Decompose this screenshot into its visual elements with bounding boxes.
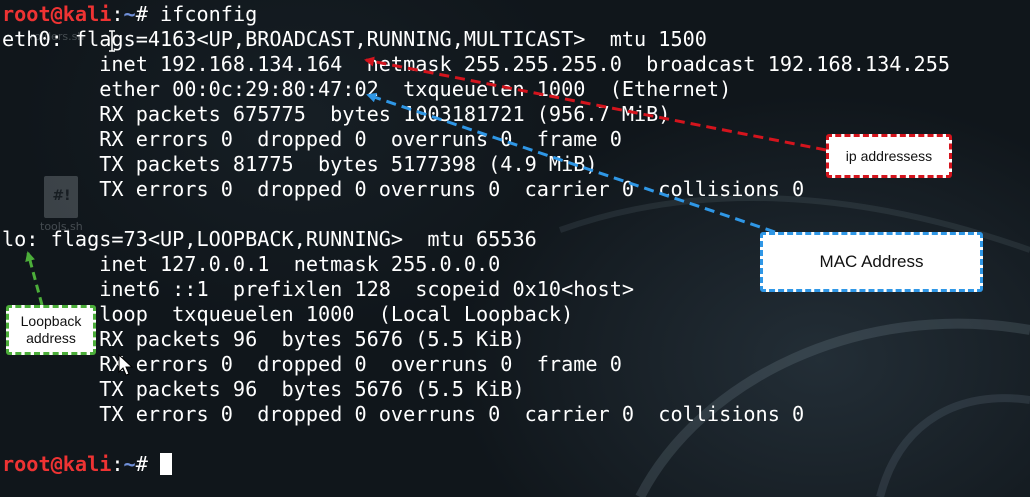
mac-address-callout: MAC Address — [760, 232, 983, 292]
output-line: inet6 ::1 prefixlen 128 scopeid 0x10<hos… — [2, 277, 635, 301]
output-line: ether 00:0c:29:80:47:02 txqueuelen 1000 … — [2, 77, 732, 101]
ibeam-cursor-icon — [109, 30, 115, 52]
prompt-user: root@kali — [2, 452, 112, 476]
loopback-callout-line1: Loopback — [20, 313, 82, 329]
output-line: lo: flags=73<UP,LOOPBACK,RUNNING> mtu 65… — [2, 227, 537, 251]
loopback-callout-line2: address — [26, 330, 76, 346]
output-line: inet 192.168.134.164 netmask 255.255.255… — [2, 52, 951, 76]
command-text: ifconfig — [160, 2, 258, 26]
loopback-address-callout: Loopback address — [6, 305, 96, 355]
prompt-line-2[interactable]: root@kali:~# — [2, 452, 173, 477]
prompt-symbol: # — [135, 2, 161, 26]
output-line: RX errors 0 dropped 0 overruns 0 frame 0 — [2, 127, 622, 151]
output-line: RX errors 0 dropped 0 overruns 0 frame 0 — [2, 352, 622, 376]
prompt-separator: : — [111, 452, 124, 476]
ip-callout-text: ip addressess — [845, 148, 933, 164]
output-line: TX packets 81775 bytes 5177398 (4.9 MiB) — [2, 152, 598, 176]
output-line: RX packets 675775 bytes 1003181721 (956.… — [2, 102, 671, 126]
prompt-line-1: root@kali:~# ifconfig — [2, 2, 257, 27]
ip-address-callout: ip addressess — [826, 134, 952, 178]
prompt-separator: : — [111, 2, 124, 26]
output-line: TX packets 96 bytes 5676 (5.5 KiB) — [2, 377, 525, 401]
text-cursor — [160, 453, 173, 475]
output-line: TX errors 0 dropped 0 overruns 0 carrier… — [2, 177, 805, 201]
output-line: inet 127.0.0.1 netmask 255.0.0.0 — [2, 252, 501, 276]
terminal-window[interactable]: rolders.sh #! tools.sh root@kali:~# ifco… — [0, 0, 1030, 497]
prompt-path: ~ — [123, 452, 136, 476]
prompt-user: root@kali — [2, 2, 112, 26]
mouse-pointer-icon — [118, 354, 134, 376]
prompt-symbol: # — [135, 452, 161, 476]
output-line: TX errors 0 dropped 0 overruns 0 carrier… — [2, 402, 805, 426]
mac-callout-text: MAC Address — [819, 252, 924, 271]
prompt-path: ~ — [123, 2, 136, 26]
